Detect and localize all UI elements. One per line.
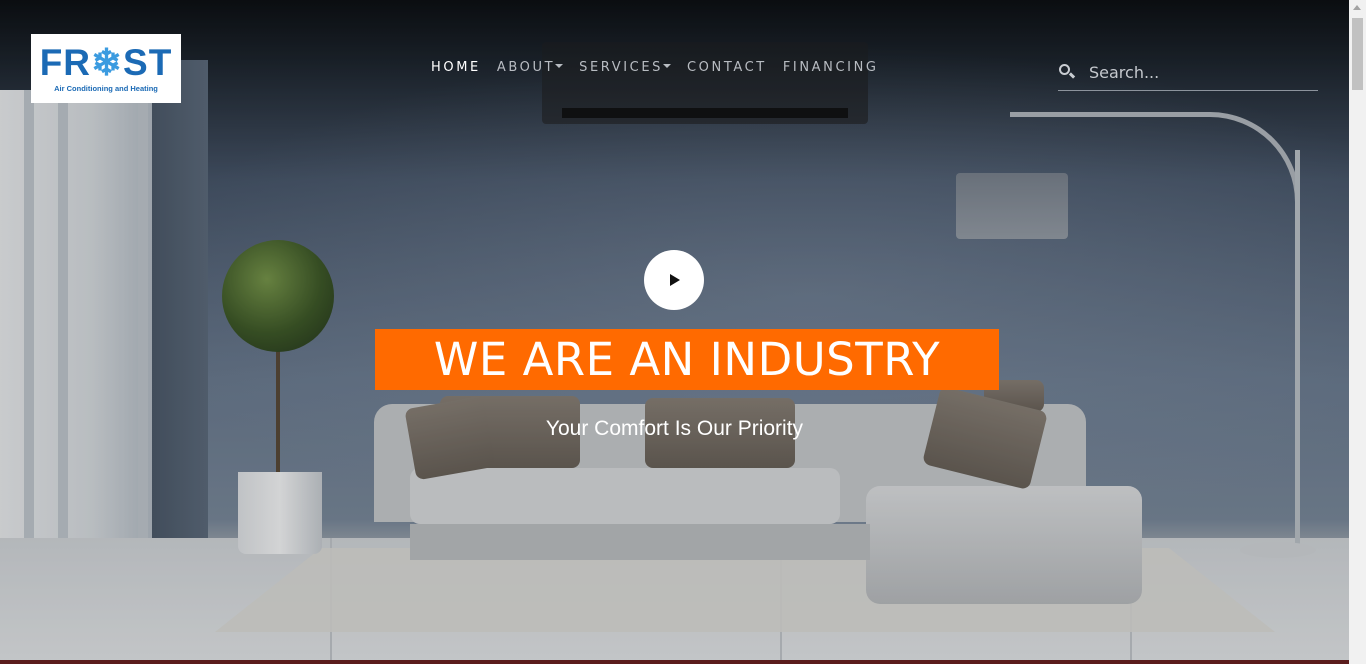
search-icon[interactable] xyxy=(1059,62,1079,82)
site-logo[interactable]: FR❄ST Air Conditioning and Heating xyxy=(31,34,181,103)
nav-item-financing[interactable]: FINANCING xyxy=(783,60,879,75)
nav-item-label: HOME xyxy=(431,60,481,75)
scroll-up-arrow-icon[interactable] xyxy=(1353,5,1361,10)
logo-tagline: Air Conditioning and Heating xyxy=(54,84,158,93)
scrollbar-thumb[interactable] xyxy=(1352,18,1363,90)
nav-item-label: FINANCING xyxy=(782,60,879,75)
page-scrollbar[interactable] xyxy=(1349,0,1366,664)
chevron-down-icon xyxy=(662,64,671,68)
nav-item-contact[interactable]: CONTACT xyxy=(687,60,767,75)
play-video-button[interactable] xyxy=(644,250,704,310)
main-nav: HOME ABOUT SERVICES CONTACT FINANCING xyxy=(431,60,895,75)
nav-item-label: SERVICES xyxy=(579,60,663,75)
search-bar xyxy=(1058,54,1318,91)
section-divider xyxy=(0,660,1349,664)
snowflake-icon: ❄ xyxy=(91,42,124,83)
play-icon xyxy=(670,274,680,286)
nav-item-home[interactable]: HOME xyxy=(431,60,481,75)
headline-banner: WE ARE AN INDUSTRY xyxy=(375,329,999,390)
chevron-down-icon xyxy=(555,64,564,68)
nav-item-label: ABOUT xyxy=(496,60,556,75)
hero-subheadline: Your Comfort Is Our Priority xyxy=(545,417,804,440)
nav-item-services[interactable]: SERVICES xyxy=(579,60,671,75)
logo-wordmark: FR❄ST xyxy=(39,42,173,83)
nav-item-label: CONTACT xyxy=(686,60,767,75)
hero-headline: WE ARE AN INDUSTRY xyxy=(433,333,941,386)
search-input[interactable] xyxy=(1089,62,1309,82)
nav-item-about[interactable]: ABOUT xyxy=(496,60,564,75)
